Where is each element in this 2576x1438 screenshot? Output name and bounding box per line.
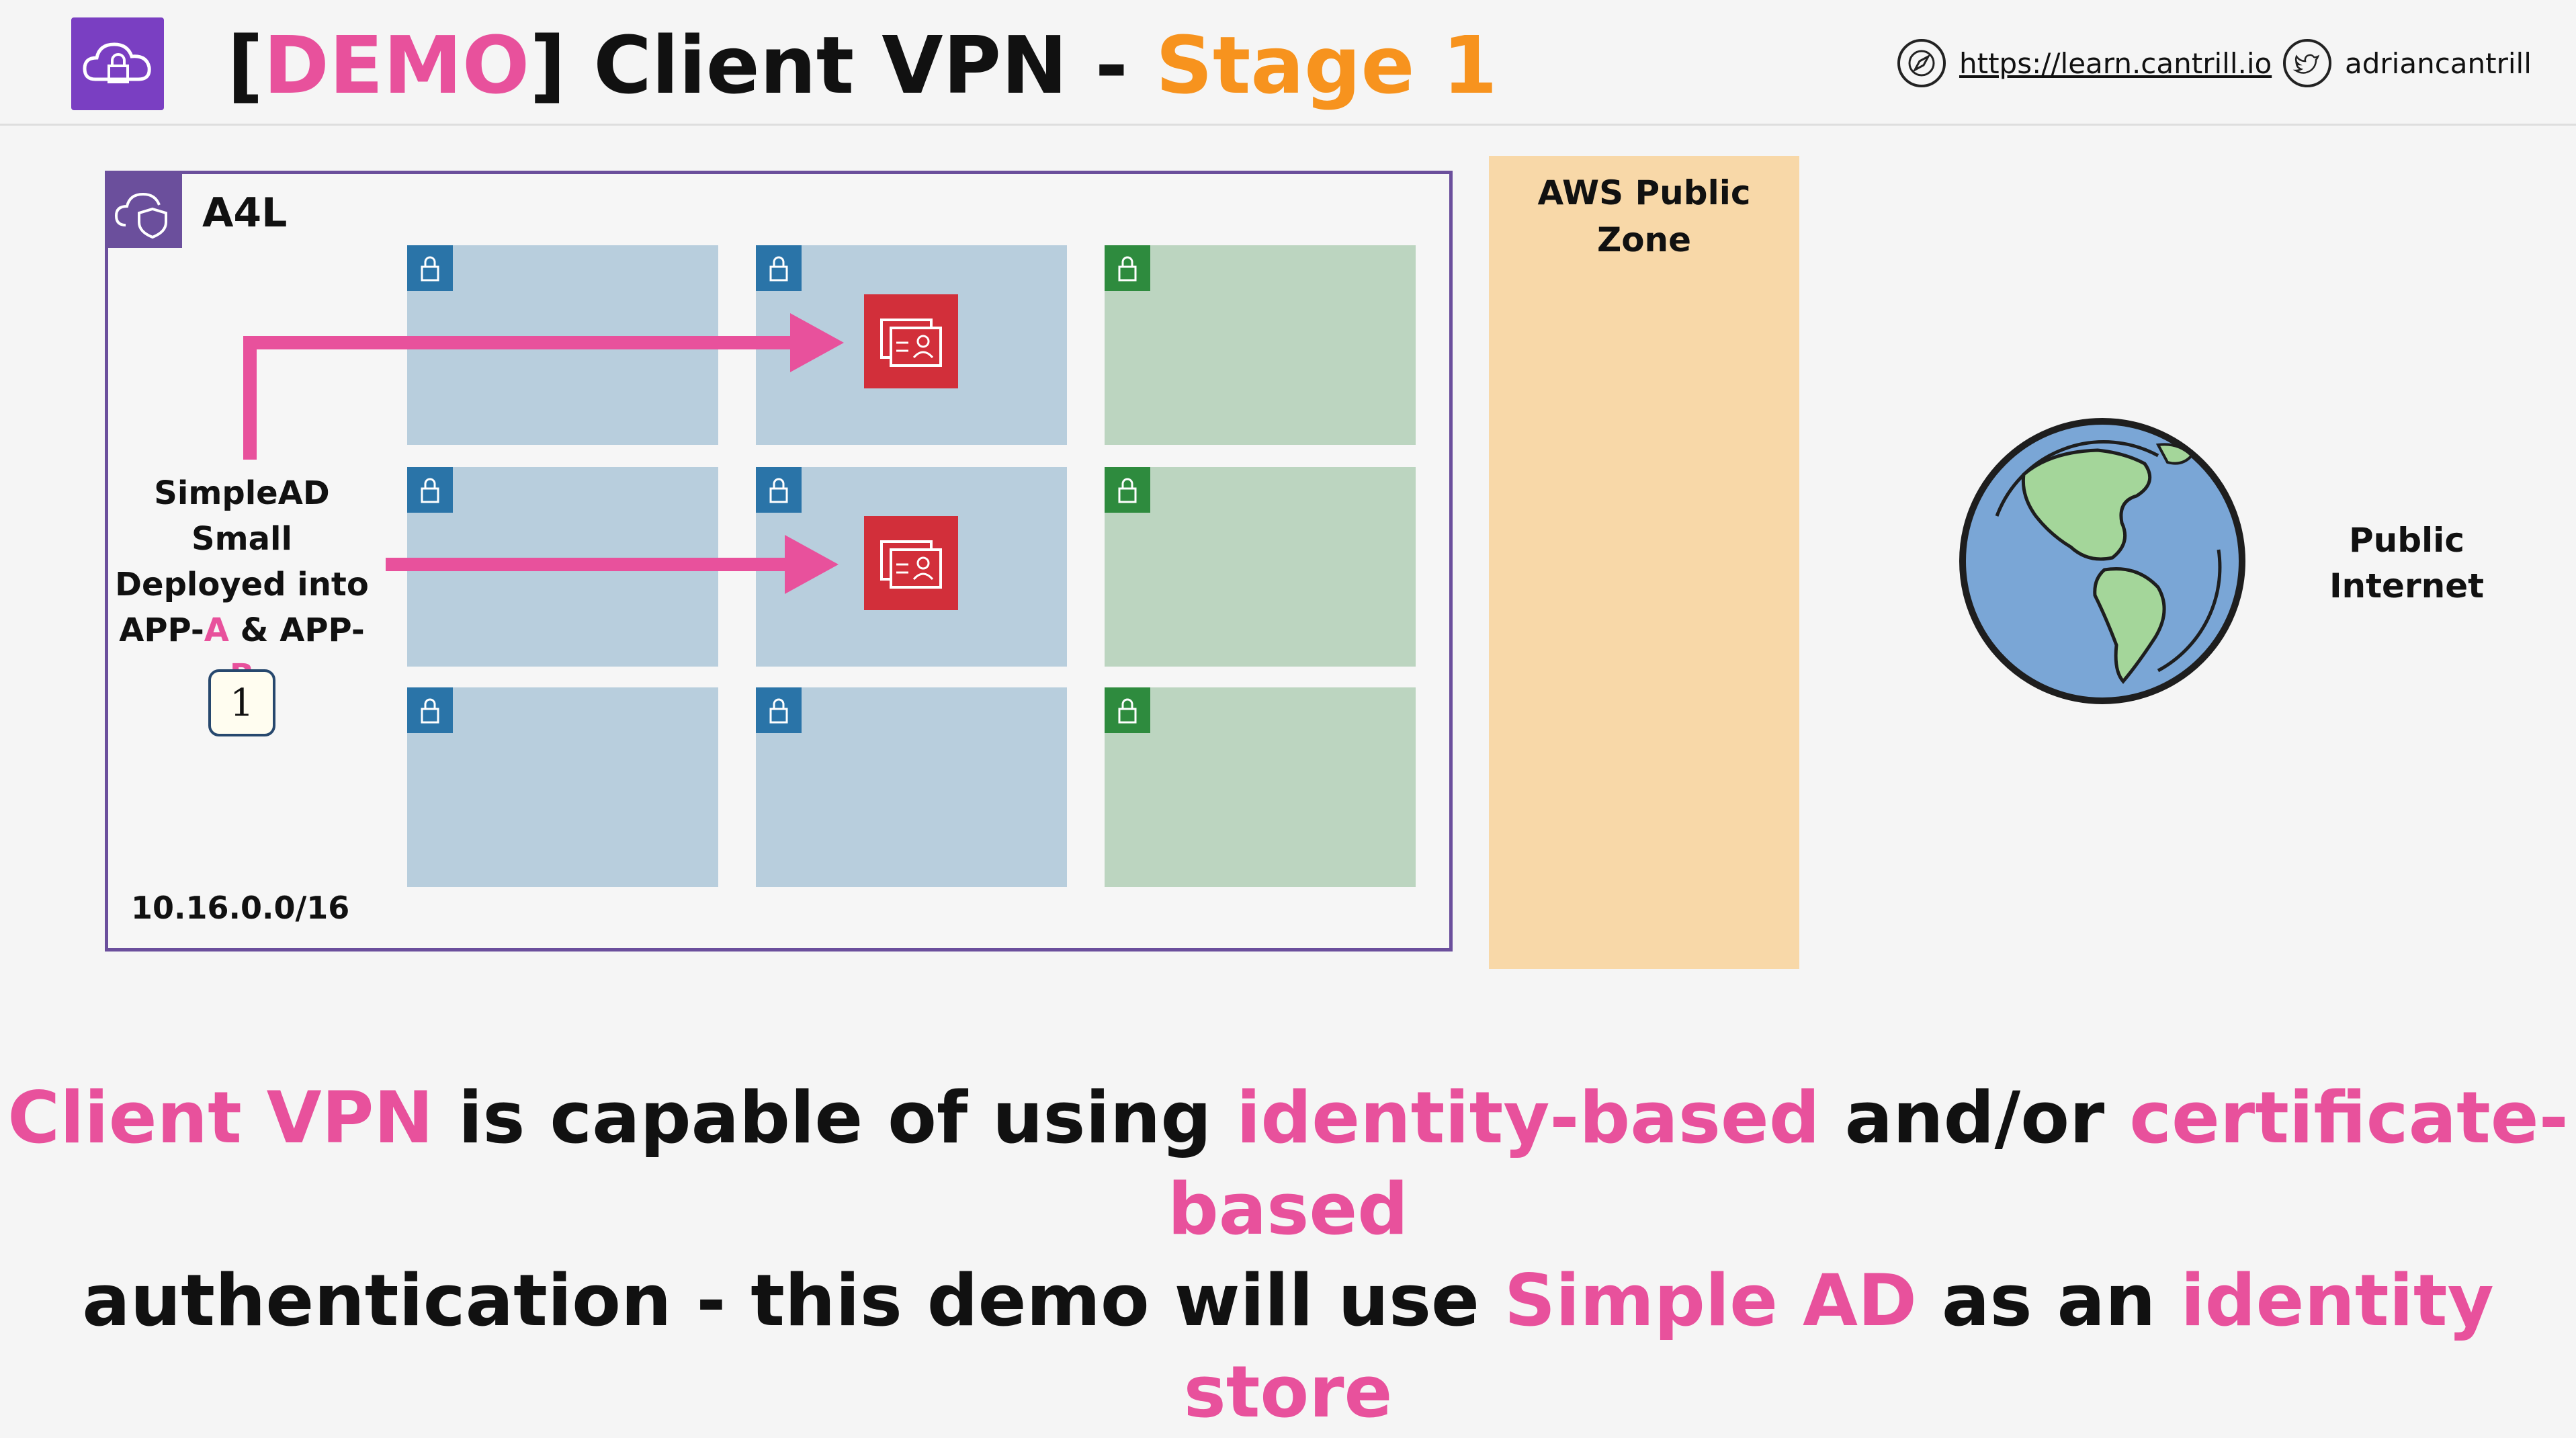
annotation-line-1: SimpleAD: [154, 474, 330, 512]
caption-text: is capable of using: [433, 1076, 1237, 1159]
caption-identity-based: identity-based: [1236, 1076, 1820, 1159]
caption-text: and/or: [1819, 1076, 2130, 1159]
directory-service-icon: [864, 516, 958, 610]
directory-service-icon: [864, 294, 958, 388]
internet-line-2: Internet: [2329, 566, 2485, 605]
annotation-app-prefix: APP-: [119, 611, 204, 649]
zone-label: AWS Public Zone: [1537, 173, 1751, 259]
aws-public-zone: AWS Public Zone: [1489, 156, 1799, 969]
annotation-line-3: Deployed into: [115, 566, 369, 603]
globe-icon: [1959, 418, 2245, 704]
bottom-caption: Client VPN is capable of using identity-…: [0, 1072, 2576, 1438]
caption-text: authentication - this demo will use: [82, 1259, 1504, 1342]
simplead-annotation: SimpleAD Small Deployed into APP-A & APP…: [114, 470, 370, 699]
step-badge: 1: [208, 669, 275, 736]
annotation-line-2: Small: [191, 520, 292, 558]
arrow-to-app-b: [386, 535, 839, 594]
arrow-to-app-a: [243, 313, 844, 460]
caption-simple-ad: Simple AD: [1504, 1259, 1918, 1342]
caption-text: as an: [1917, 1259, 2181, 1342]
caption-client-vpn: Client VPN: [7, 1076, 434, 1159]
public-internet-label: Public Internet: [2292, 517, 2521, 609]
caption-line-1: Client VPN is capable of using identity-…: [0, 1072, 2576, 1255]
annotation-app-a: A: [204, 611, 229, 649]
annotation-app-mid: & APP-: [228, 611, 365, 649]
internet-line-1: Public: [2349, 521, 2464, 560]
caption-line-2: authentication - this demo will use Simp…: [0, 1255, 2576, 1438]
